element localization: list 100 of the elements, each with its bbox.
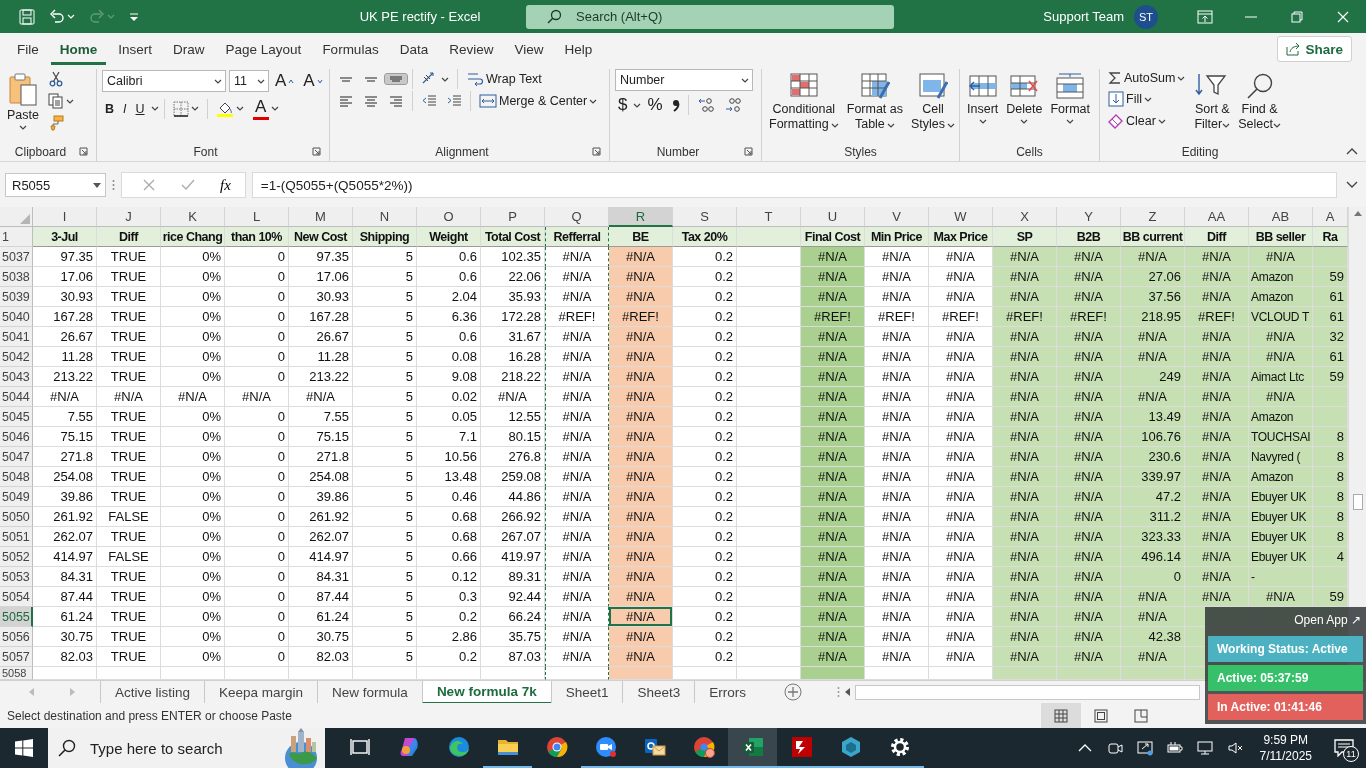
row-header[interactable]: 5054: [0, 587, 33, 607]
cell-styles-button[interactable]: Cell Styles: [909, 69, 958, 135]
font-name-field[interactable]: Calibri: [102, 70, 226, 92]
column-header[interactable]: W: [929, 207, 993, 227]
menu-tab[interactable]: View: [505, 33, 553, 65]
column-header[interactable]: K: [161, 207, 225, 227]
row-header[interactable]: 5042: [0, 347, 33, 367]
percent-button[interactable]: %: [644, 93, 666, 117]
column-header[interactable]: AA: [1185, 207, 1249, 227]
menu-tab[interactable]: Formulas: [313, 33, 388, 65]
dialog-launcher-button[interactable]: [589, 145, 604, 158]
row-header[interactable]: 1: [0, 227, 33, 247]
merge-center-button[interactable]: Merge & Center: [476, 91, 601, 111]
normal-view-button[interactable]: [1041, 703, 1081, 728]
row-header[interactable]: 5045: [0, 407, 33, 427]
sort-filter-button[interactable]: Sort & Filter: [1192, 69, 1233, 135]
row-header[interactable]: 5038: [0, 267, 33, 287]
dialog-launcher-button[interactable]: [76, 145, 91, 158]
menu-tab[interactable]: Draw: [164, 33, 214, 65]
column-header[interactable]: V: [865, 207, 929, 227]
column-header[interactable]: AB: [1249, 207, 1313, 227]
row-header[interactable]: 5051: [0, 527, 33, 547]
row-header[interactable]: 5053: [0, 567, 33, 587]
menu-tab[interactable]: File: [8, 33, 48, 65]
column-header[interactable]: S: [673, 207, 737, 227]
shrink-font-button[interactable]: A: [300, 69, 326, 93]
new-sheet-button[interactable]: [784, 683, 802, 701]
insert-function-button[interactable]: fx: [218, 176, 233, 194]
menu-tab[interactable]: Data: [390, 33, 438, 65]
row-header[interactable]: 5056: [0, 627, 33, 647]
collapse-ribbon-button[interactable]: [1346, 147, 1358, 155]
bold-button[interactable]: B: [102, 99, 118, 118]
user-avatar[interactable]: ST: [1134, 4, 1158, 29]
column-header[interactable]: Z: [1121, 207, 1185, 227]
row-header[interactable]: 5044: [0, 387, 33, 407]
notifications-button[interactable]: 11: [1326, 728, 1362, 768]
column-header[interactable]: U: [801, 207, 865, 227]
share-button[interactable]: Share: [1277, 36, 1352, 62]
clear-button[interactable]: Clear: [1105, 111, 1189, 131]
clock[interactable]: 9:59 PM 7/11/2025: [1253, 732, 1318, 764]
row-header[interactable]: 5046: [0, 427, 33, 447]
insert-cells-button[interactable]: Insert: [965, 69, 1001, 127]
font-color-button[interactable]: A: [249, 95, 282, 122]
row-header[interactable]: 5047: [0, 447, 33, 467]
row-header[interactable]: 5040: [0, 307, 33, 327]
row-header[interactable]: 5048: [0, 467, 33, 487]
column-header[interactable]: Q: [545, 207, 609, 227]
conditional-formatting-button[interactable]: Conditional Formatting: [767, 69, 841, 135]
column-header[interactable]: X: [993, 207, 1057, 227]
column-header[interactable]: Y: [1057, 207, 1121, 227]
table-cell: TRUE: [97, 647, 161, 667]
menu-tab[interactable]: Help: [555, 33, 602, 65]
column-header[interactable]: P: [481, 207, 545, 227]
row-header[interactable]: 5050: [0, 507, 33, 527]
search-field[interactable]: Search (Alt+Q): [526, 4, 894, 29]
format-cells-button[interactable]: Format: [1048, 69, 1092, 127]
row-header[interactable]: 5057: [0, 647, 33, 667]
fill-button[interactable]: Fill: [1105, 89, 1189, 109]
column-header[interactable]: J: [97, 207, 161, 227]
column-header[interactable]: R: [609, 207, 673, 227]
open-app-link[interactable]: Open App ↗: [1294, 611, 1363, 633]
column-header[interactable]: L: [225, 207, 289, 227]
formula-field[interactable]: =1-(Q5055+(Q5055*2%)): [251, 172, 1337, 198]
delete-cells-button[interactable]: Delete: [1004, 69, 1045, 127]
number-format-field[interactable]: Number: [615, 69, 753, 91]
row-header[interactable]: 5039: [0, 287, 33, 307]
grow-font-button[interactable]: A: [272, 69, 298, 93]
row-header[interactable]: 5041: [0, 327, 33, 347]
format-as-table-button[interactable]: Format as Table: [844, 69, 905, 135]
dialog-launcher-button[interactable]: [741, 145, 756, 158]
row-header[interactable]: 5049: [0, 487, 33, 507]
column-header[interactable]: N: [353, 207, 417, 227]
active-cell[interactable]: #N/A: [609, 607, 673, 627]
italic-button[interactable]: I: [120, 99, 130, 118]
row-header[interactable]: 5055: [0, 607, 33, 627]
column-header[interactable]: M: [289, 207, 353, 227]
row-header[interactable]: 5043: [0, 367, 33, 387]
autosum-button[interactable]: AutoSum: [1105, 69, 1189, 87]
horizontal-scrollbar[interactable]: [855, 684, 1200, 700]
scroll-thumb[interactable]: [1352, 494, 1363, 510]
column-header[interactable]: A: [1313, 207, 1348, 227]
column-header[interactable]: I: [33, 207, 97, 227]
name-box[interactable]: R5055: [5, 173, 106, 197]
wrap-text-button[interactable]: Wrap Text: [463, 69, 545, 89]
menu-tab[interactable]: Page Layout: [216, 33, 311, 65]
paste-button[interactable]: Paste: [5, 69, 41, 133]
dialog-launcher-button[interactable]: [309, 145, 324, 158]
row-header[interactable]: 5037: [0, 247, 33, 267]
find-select-button[interactable]: Find & Select: [1236, 69, 1283, 135]
menu-tab[interactable]: Review: [440, 33, 503, 65]
sheet-tab[interactable]: New formula 7k: [421, 680, 551, 704]
menu-tab[interactable]: Insert: [109, 33, 162, 65]
currency-button[interactable]: $: [615, 93, 631, 117]
underline-button[interactable]: U: [132, 99, 148, 118]
column-header[interactable]: T: [737, 207, 801, 227]
row-header[interactable]: 5058: [0, 667, 33, 680]
font-size-field[interactable]: 11: [229, 70, 269, 92]
column-header[interactable]: O: [417, 207, 481, 227]
bottom-align-button[interactable]: [385, 74, 407, 84]
row-header[interactable]: 5052: [0, 547, 33, 567]
